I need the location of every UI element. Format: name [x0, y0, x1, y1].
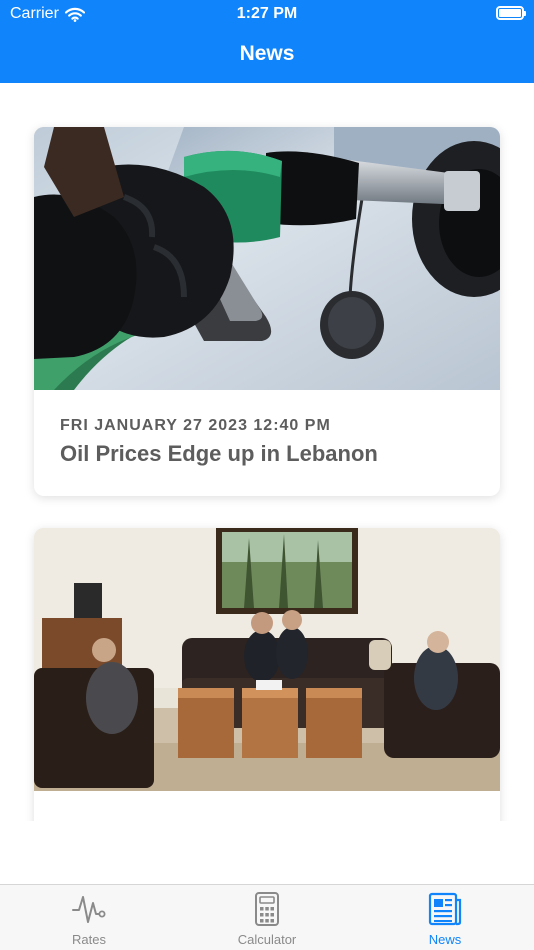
tab-news-label: News	[428, 932, 462, 947]
fuel-nozzle-photo	[34, 127, 500, 390]
tab-calculator-label: Calculator	[237, 932, 297, 947]
newspaper-icon	[428, 892, 462, 926]
tab-rates[interactable]: Rates	[0, 885, 178, 950]
tab-rates-label: Rates	[72, 932, 106, 947]
tab-calculator[interactable]: Calculator	[178, 885, 356, 950]
status-time: 1:27 PM	[236, 5, 298, 22]
pulse-icon	[72, 896, 106, 923]
news-feed[interactable]: FRI JANUARY 27 2023 12:40 PM Oil Prices …	[0, 83, 534, 821]
navigation-header: Carrier 1:27 PM News	[0, 0, 534, 83]
news-card[interactable]	[34, 528, 500, 821]
app-screen: Carrier 1:27 PM News FRI JANUARY 27 2023…	[0, 0, 534, 950]
calculator-icon	[255, 892, 279, 926]
news-headline[interactable]: Oil Prices Edge up in Lebanon	[60, 441, 378, 467]
news-card[interactable]: FRI JANUARY 27 2023 12:40 PM Oil Prices …	[34, 127, 500, 496]
meeting-room-photo	[34, 528, 500, 791]
news-date: FRI JANUARY 27 2023 12:40 PM	[60, 417, 331, 434]
tab-bar: Rates Calculator News	[0, 884, 534, 950]
tab-news[interactable]: News	[356, 885, 534, 950]
battery-icon	[496, 6, 526, 20]
page-title: News	[239, 42, 295, 65]
status-bar: Carrier 1:27 PM	[0, 0, 534, 30]
